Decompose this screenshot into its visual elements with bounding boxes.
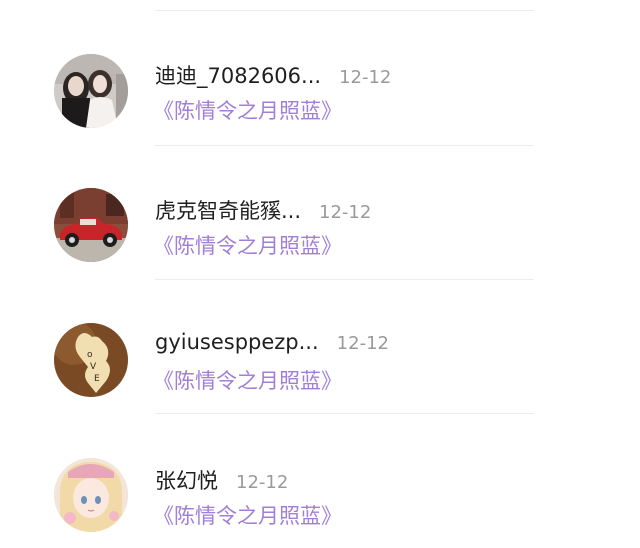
username[interactable]: 虎克智奇能豯... <box>155 195 301 225</box>
story-link[interactable]: 《陈情令之月照蓝》 <box>153 95 342 125</box>
timestamp: 12-12 <box>236 472 289 493</box>
svg-text:V: V <box>90 362 97 372</box>
story-link[interactable]: 《陈情令之月照蓝》 <box>153 365 342 395</box>
svg-text:o: o <box>87 350 93 360</box>
list-item[interactable]: 张幻悦 12-12 《陈情令之月照蓝》 <box>0 405 640 540</box>
list-item[interactable]: 虎克智奇能豯... 12-12 《陈情令之月照蓝》 <box>0 135 640 270</box>
username[interactable]: 迪迪_7082606... <box>155 60 321 90</box>
anime-girl-avatar[interactable] <box>54 458 128 532</box>
comment-list: 迪迪_7082606... 12-12 《陈情令之月照蓝》 虎克智奇能豯... … <box>0 0 640 548</box>
username[interactable]: 张幻悦 <box>155 465 218 495</box>
list-item[interactable]: o V E gyiusesppezp... 12-12 《陈情令之月照蓝》 <box>0 270 640 405</box>
timestamp: 12-12 <box>319 202 372 223</box>
list-item[interactable]: 迪迪_7082606... 12-12 《陈情令之月照蓝》 <box>0 0 640 135</box>
timestamp: 12-12 <box>336 333 389 354</box>
love-heart-avatar[interactable]: o V E <box>54 323 128 397</box>
timestamp: 12-12 <box>339 67 392 88</box>
svg-text:E: E <box>94 374 100 384</box>
girl-photo-avatar[interactable] <box>54 54 128 128</box>
story-link[interactable]: 《陈情令之月照蓝》 <box>153 230 342 260</box>
username[interactable]: gyiusesppezp... <box>155 330 319 354</box>
red-car-avatar[interactable] <box>54 188 128 262</box>
story-link[interactable]: 《陈情令之月照蓝》 <box>153 500 342 530</box>
